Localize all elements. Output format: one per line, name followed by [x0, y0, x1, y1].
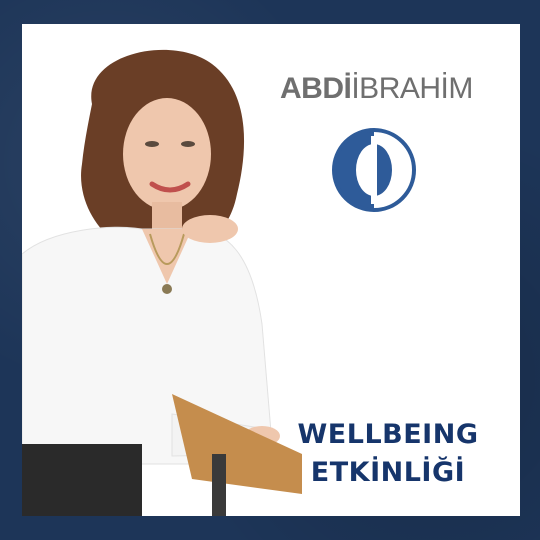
portrait-photo	[22, 49, 302, 516]
brand-wordmark: ABDİİBRAHİM	[280, 72, 473, 106]
headline-line-1: WELLBEING	[297, 419, 479, 450]
brand-name-light: İBRAHİM	[351, 72, 473, 105]
brand-name-bold: ABDİ	[280, 72, 352, 105]
poster-card: ABDİİBRAHİM WELLBEING ETKİNLİĞİ	[22, 24, 520, 516]
headline-line-2: ETKİNLİĞİ	[310, 457, 466, 488]
headline: WELLBEING ETKİNLİĞİ	[278, 416, 498, 492]
background-frame: ABDİİBRAHİM WELLBEING ETKİNLİĞİ	[0, 0, 540, 540]
brand-logo-icon	[332, 128, 416, 212]
